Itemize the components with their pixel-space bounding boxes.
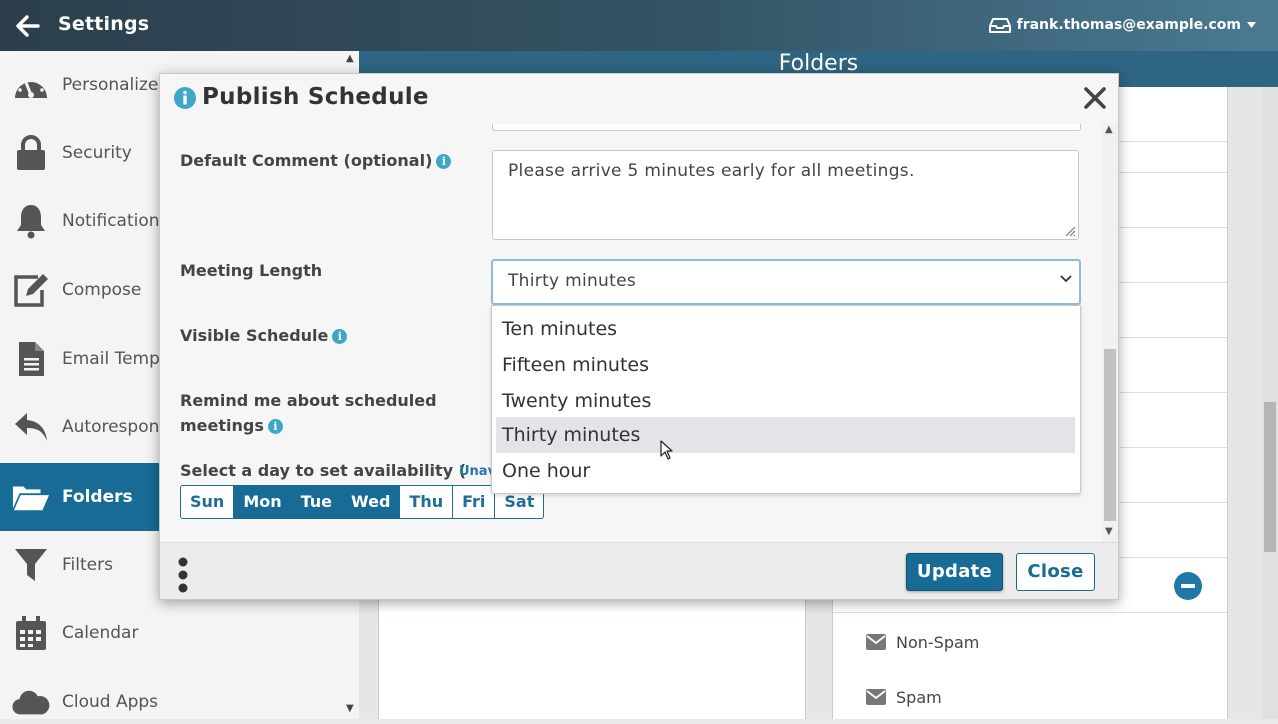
previous-field[interactable] bbox=[492, 124, 1081, 131]
account-menu[interactable]: frank.thomas@example.com bbox=[988, 17, 1256, 33]
sidebar-item-label: Personalize bbox=[62, 75, 159, 95]
option-ten-minutes[interactable]: Ten minutes bbox=[496, 311, 1075, 347]
option-twenty-minutes[interactable]: Twenty minutes bbox=[496, 383, 1075, 419]
sidebar-item-label: Security bbox=[62, 143, 132, 163]
sidebar-item-calendar[interactable]: Calendar bbox=[0, 599, 343, 667]
meeting-length-label: Meeting Length bbox=[180, 261, 323, 280]
back-arrow-icon[interactable] bbox=[14, 12, 42, 40]
info-icon[interactable]: i bbox=[332, 329, 348, 344]
sidebar-item-label: Folders bbox=[62, 487, 133, 507]
day-fri[interactable]: Fri bbox=[453, 485, 496, 519]
sidebar-item-label: Filters bbox=[62, 555, 113, 575]
main-scrollbar[interactable] bbox=[1262, 87, 1278, 719]
visible-schedule-label-text: Visible Schedule bbox=[180, 326, 329, 345]
remind-meetings-label: Remind me about scheduled meetings i bbox=[180, 388, 437, 438]
sidebar-item-label: Notifications bbox=[62, 211, 169, 231]
visible-schedule-label: Visible Schedule i bbox=[180, 323, 348, 348]
default-comment-label: Default Comment (optional) i bbox=[180, 148, 452, 173]
info-icon[interactable]: i bbox=[436, 154, 452, 169]
envelope-icon bbox=[866, 634, 886, 650]
account-email: frank.thomas@example.com bbox=[1016, 17, 1241, 33]
scrollbar-thumb[interactable] bbox=[1264, 402, 1276, 552]
meeting-length-value: Thirty minutes bbox=[508, 271, 637, 291]
remind-label-line2: meetings bbox=[180, 416, 264, 435]
remind-label-line1: Remind me about scheduled bbox=[180, 391, 437, 410]
document-icon bbox=[12, 340, 50, 378]
scroll-up-icon[interactable]: ▲ bbox=[346, 53, 354, 64]
dialog-title: Publish Schedule bbox=[202, 84, 429, 110]
sidebar-item-cloud-apps[interactable]: Cloud Apps bbox=[0, 668, 343, 719]
sidebar-item-label: Calendar bbox=[62, 623, 139, 643]
info-icon bbox=[174, 87, 196, 109]
folder-label: Non-Spam bbox=[896, 632, 980, 652]
scroll-down-icon[interactable]: ▼ bbox=[346, 703, 354, 714]
sidebar-item-label: Cloud Apps bbox=[62, 692, 159, 712]
resize-handle-icon[interactable] bbox=[1064, 225, 1076, 237]
day-picker: Sun Mon Tue Wed Thu Fri Sat bbox=[180, 485, 545, 519]
reply-icon bbox=[12, 408, 50, 446]
close-button[interactable]: Close bbox=[1016, 553, 1095, 591]
folder-item-non-spam[interactable]: Non-Spam bbox=[832, 615, 1226, 669]
folder-label: Spam bbox=[896, 687, 942, 707]
meeting-length-select[interactable]: Thirty minutes bbox=[491, 259, 1081, 305]
day-mon[interactable]: Mon bbox=[234, 485, 292, 519]
day-wed[interactable]: Wed bbox=[342, 485, 401, 519]
gauge-icon bbox=[12, 66, 50, 104]
folder-open-icon bbox=[12, 478, 50, 516]
default-comment-textarea[interactable]: Please arrive 5 minutes early for all me… bbox=[492, 150, 1079, 240]
info-icon[interactable]: i bbox=[267, 419, 283, 434]
dialog-header: Publish Schedule bbox=[160, 74, 1118, 124]
option-one-hour[interactable]: One hour bbox=[496, 453, 1075, 489]
cloud-icon bbox=[12, 683, 50, 719]
calendar-icon bbox=[12, 614, 50, 652]
day-tue[interactable]: Tue bbox=[291, 485, 343, 519]
top-bar: Settings frank.thomas@example.com bbox=[0, 0, 1278, 51]
day-sun[interactable]: Sun bbox=[180, 485, 235, 519]
bell-icon bbox=[12, 202, 50, 240]
meeting-length-options: Ten minutes Fifteen minutes Twenty minut… bbox=[491, 305, 1081, 494]
mouse-cursor-icon bbox=[660, 440, 673, 460]
remove-folder-button[interactable] bbox=[1174, 572, 1202, 600]
default-comment-label-text: Default Comment (optional) bbox=[180, 151, 433, 170]
more-options-icon[interactable] bbox=[176, 557, 190, 593]
scrollbar-thumb[interactable] bbox=[1104, 349, 1116, 521]
filter-icon bbox=[12, 546, 50, 584]
day-thu[interactable]: Thu bbox=[400, 485, 454, 519]
default-comment-value: Please arrive 5 minutes early for all me… bbox=[508, 161, 915, 181]
close-icon[interactable] bbox=[1083, 86, 1107, 110]
scroll-up-icon[interactable]: ▲ bbox=[1105, 124, 1113, 135]
option-fifteen-minutes[interactable]: Fifteen minutes bbox=[496, 347, 1075, 383]
edit-icon bbox=[12, 271, 50, 309]
select-day-label: Select a day to set availability ( bbox=[180, 461, 466, 480]
caret-down-icon bbox=[1247, 22, 1256, 28]
page-title: Settings bbox=[58, 13, 150, 35]
chevron-down-icon bbox=[1060, 275, 1072, 283]
update-button[interactable]: Update bbox=[906, 553, 1003, 591]
scroll-down-icon[interactable]: ▼ bbox=[1105, 526, 1113, 537]
lock-icon bbox=[12, 134, 50, 172]
dialog-scrollbar[interactable]: ▲ ▼ bbox=[1102, 124, 1118, 542]
folder-item-spam[interactable]: Spam bbox=[832, 670, 1226, 724]
inbox-tray-icon bbox=[988, 18, 1011, 33]
envelope-icon bbox=[866, 689, 886, 705]
sidebar-item-label: Compose bbox=[62, 280, 142, 300]
option-thirty-minutes[interactable]: Thirty minutes bbox=[496, 417, 1075, 453]
dialog-footer: Update Close bbox=[160, 542, 1118, 599]
